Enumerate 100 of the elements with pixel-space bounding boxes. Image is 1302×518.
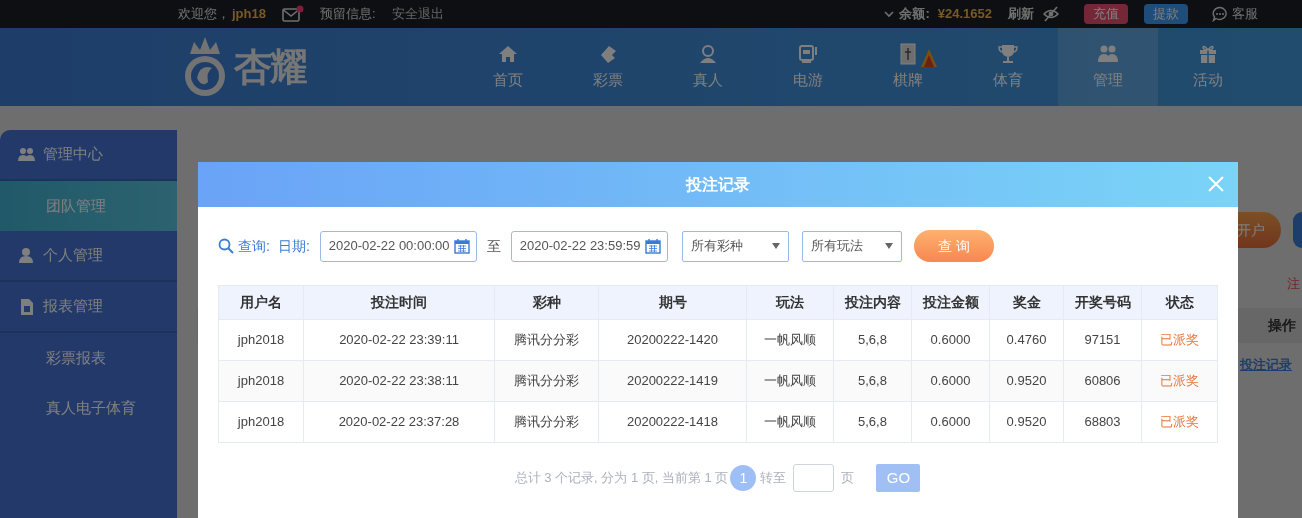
nav-tab[interactable]: 活动 [1158,28,1258,106]
sidebar-group-label[interactable]: 管理中心 [43,143,103,166]
table-cell: 0.4760 [989,319,1064,361]
refresh-link[interactable]: 刷新 [1008,4,1034,24]
page-unit-label: 页 [841,469,855,488]
nav-tab[interactable]: 体育 [958,28,1058,106]
page-number[interactable]: 1 [730,465,757,491]
goto-label: 转至 [760,469,787,488]
table-cell: 腾讯分分彩 [494,319,599,361]
page-input[interactable] [793,464,835,492]
bet-record-link[interactable]: 投注记录 [1240,354,1292,374]
column-header: 彩种 [494,285,599,320]
status-cell: 已派奖 [1141,319,1218,361]
slot-machine-icon [797,42,819,65]
tile-icon [897,42,919,65]
column-header: 奖金 [989,285,1064,320]
table-cell: 20200222-1420 [598,319,747,361]
sidebar-item[interactable]: 彩票报表 [0,333,177,383]
table-cell: 0.9520 [989,401,1064,443]
table-cell: 一帆风顺 [746,319,834,361]
table-cell: jph2018 [218,401,304,443]
sidebar-group-label[interactable]: 报表管理 [43,295,103,318]
column-header: 用户名 [218,285,304,320]
trophy-icon [997,42,1019,65]
search-icon [218,238,234,254]
table-cell: 2020-02-22 23:37:28 [303,401,495,443]
table-cell: 0.6000 [911,319,990,361]
logo-text: 杏耀 [234,44,306,90]
reserved-info-label: 预留信息: [319,5,376,24]
nav-tab[interactable]: 真人 [658,28,758,106]
sidebar-item[interactable]: 团队管理 [0,181,177,231]
table-cell: 5,6,8 [833,401,912,443]
calendar-icon[interactable] [644,238,661,254]
column-header: 期号 [598,285,747,320]
table-cell: 68803 [1063,401,1142,443]
modal-title: 投注记录 [686,174,750,195]
nav-tab[interactable]: 彩票 [558,28,658,106]
mail-icon[interactable] [281,5,304,23]
table-cell: 腾讯分分彩 [494,401,599,443]
table-cell: 5,6,8 [833,360,912,402]
users-icon [18,146,35,163]
table-cell: 一帆风顺 [746,360,834,402]
to-label: 至 [486,236,501,256]
go-button[interactable]: GO [876,464,921,492]
deposit-button[interactable]: 充值 [1084,4,1128,24]
greeting-text: 欢迎您， [178,5,230,24]
table-cell: 腾讯分分彩 [494,360,599,402]
table-cell: 2020-02-22 23:38:11 [303,360,495,402]
sidebar-item[interactable]: 真人电子体育 [0,383,177,433]
column-header: 投注内容 [833,285,912,320]
person-icon [18,247,35,264]
column-header: 投注时间 [303,285,495,320]
date-label: 日期: [277,236,310,256]
table-cell: 2020-02-22 23:39:11 [303,319,495,361]
support-link[interactable]: 客服 [1232,4,1258,24]
date-field[interactable]: 2020-02-22 00:00:00 [319,230,477,262]
column-header: 开奖号码 [1063,285,1142,320]
person-icon [697,42,719,65]
table-cell: jph2018 [218,319,304,361]
table-cell: 20200222-1419 [598,360,747,402]
table-cell: 0.6000 [911,401,990,443]
select-field[interactable]: 所有彩种 [681,230,789,262]
date-field[interactable]: 2020-02-22 23:59:59 [510,230,668,262]
column-header: 状态 [1141,285,1218,320]
column-header: 操作 [1268,315,1296,335]
query-label: 查询: [238,236,270,256]
logout-link[interactable]: 安全退出 [391,4,444,24]
balance-label: 余额: [899,5,930,24]
table-cell: 5,6,8 [833,319,912,361]
nav-tab[interactable]: 电游 [758,28,858,106]
status-cell: 已派奖 [1141,401,1218,443]
round-button[interactable] [1293,212,1302,248]
table-cell: 0.6000 [911,360,990,402]
eye-slash-icon[interactable] [1042,6,1060,22]
note-text: 注 [1287,275,1300,293]
close-icon [1206,174,1226,194]
calendar-icon[interactable] [453,238,470,254]
table-cell: 20200222-1418 [598,401,747,443]
nav-tab[interactable]: 首页 [458,28,558,106]
document-icon [18,298,35,315]
balance-amount: ¥24.1652 [937,5,992,24]
nav-tab[interactable]: 棋牌 [858,28,958,106]
select-field[interactable]: 所有玩法 [801,230,902,262]
sidebar-group-label[interactable]: 个人管理 [43,244,103,267]
status-cell: 已派奖 [1141,360,1218,402]
table-cell: 60806 [1063,360,1142,402]
table-cell: 97151 [1063,319,1142,361]
table-cell: 0.9520 [989,360,1064,402]
column-header: 投注金额 [911,285,990,320]
chat-icon[interactable] [1212,6,1228,22]
chevron-down-icon[interactable] [883,8,896,20]
table-cell: 一帆风顺 [746,401,834,443]
search-button[interactable]: 查 询 [913,230,994,262]
caret-down-icon [771,243,780,249]
pagination-summary: 总计 3 个记录, 分为 1 页, 当前第 1 页 [514,469,729,488]
username-text: jph18 [232,5,266,24]
caret-down-icon [884,243,893,249]
table-cell: jph2018 [218,360,304,402]
column-header: 玩法 [746,285,834,320]
withdraw-button[interactable]: 提款 [1144,4,1188,24]
